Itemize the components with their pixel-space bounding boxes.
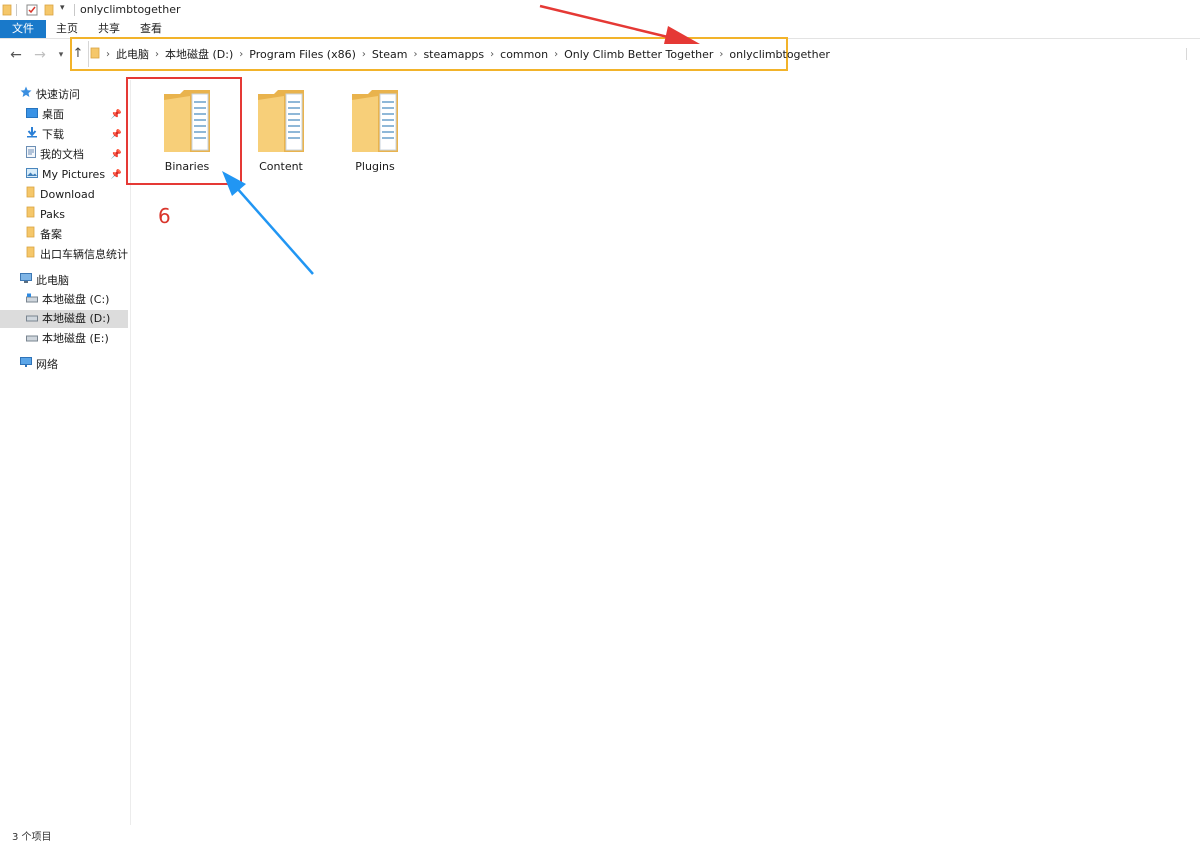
pin-icon[interactable]: 📌 <box>111 166 122 184</box>
crumb-game[interactable]: Only Climb Better Together <box>560 48 717 61</box>
forward-button[interactable]: → <box>32 48 48 62</box>
nav-item-download-folder[interactable]: Download <box>0 186 128 204</box>
drive-icon <box>26 310 38 328</box>
folder-icon <box>26 226 36 244</box>
back-button[interactable]: ← <box>8 48 24 62</box>
crumb-steam[interactable]: Steam <box>368 48 412 61</box>
separator <box>88 41 89 67</box>
breadcrumb: › 此电脑 › 本地磁盘 (D:) › Program Files (x86) … <box>90 39 834 69</box>
tab-file[interactable]: 文件 <box>0 20 46 38</box>
title-bar: ▾ onlyclimbtogether <box>0 0 1200 20</box>
nav-item-documents[interactable]: 我的文档 📌 <box>0 146 128 164</box>
up-button[interactable]: ↑ <box>72 47 84 61</box>
crumb-drive-d[interactable]: 本地磁盘 (D:) <box>161 46 237 62</box>
status-bar: 3 个项目 <box>0 826 1200 843</box>
file-list: Binaries Content Plugins <box>131 74 1200 826</box>
tab-home[interactable]: 主页 <box>52 20 82 38</box>
address-bar[interactable]: ↑ › 此电脑 › 本地磁盘 (D:) › Program Files (x86… <box>70 37 830 71</box>
folder-icon <box>26 246 36 264</box>
nav-drive-c[interactable]: 本地磁盘 (C:) <box>0 291 128 309</box>
folder-icon <box>258 90 304 152</box>
chevron-right-icon[interactable]: › <box>717 49 725 60</box>
star-icon <box>20 86 32 104</box>
nav-item-pictures[interactable]: My Pictures 📌 <box>0 166 128 184</box>
crumb-this-pc[interactable]: 此电脑 <box>112 46 153 62</box>
item-count: 3 个项目 <box>12 832 52 843</box>
forward-arrow-icon: → <box>34 47 46 63</box>
folder-icon <box>352 90 398 152</box>
nav-network[interactable]: 网络 <box>20 356 128 374</box>
system-drive-icon <box>26 291 38 309</box>
separator <box>16 4 17 16</box>
chevron-right-icon[interactable]: › <box>360 49 368 60</box>
folder-name: Content <box>259 160 303 173</box>
pin-icon[interactable]: 📌 <box>111 146 122 164</box>
crumb-steamapps[interactable]: steamapps <box>419 48 488 61</box>
desktop-icon <box>26 106 38 124</box>
pin-icon[interactable]: 📌 <box>111 106 122 124</box>
chevron-right-icon[interactable]: › <box>153 49 161 60</box>
customize-toolbar-icon[interactable]: ▾ <box>60 3 65 13</box>
nav-quick-access[interactable]: 快速访问 <box>20 86 128 104</box>
new-folder-icon[interactable] <box>44 4 54 19</box>
nav-item-desktop[interactable]: 桌面 📌 <box>0 106 128 124</box>
crumb-common[interactable]: common <box>496 48 552 61</box>
nav-item-beian[interactable]: 备案 <box>0 226 128 244</box>
up-arrow-icon: ↑ <box>72 46 84 61</box>
address-dropdown-button[interactable] <box>1186 48 1197 60</box>
folder-icon <box>26 206 36 224</box>
crumb-program-files[interactable]: Program Files (x86) <box>245 48 360 61</box>
nav-this-pc[interactable]: 此电脑 <box>20 272 128 290</box>
window-title: onlyclimbtogether <box>80 3 181 16</box>
documents-icon <box>26 146 36 164</box>
chevron-right-icon[interactable]: › <box>552 49 560 60</box>
folder-name: Plugins <box>355 160 395 173</box>
nav-drive-e[interactable]: 本地磁盘 (E:) <box>0 330 128 348</box>
back-arrow-icon: ← <box>10 47 22 63</box>
navigation-pane: 快速访问 桌面 📌 下载 📌 我的文档 📌 My Pictures 📌 Down… <box>0 80 131 825</box>
highlight-box <box>126 77 242 185</box>
nav-drive-d[interactable]: 本地磁盘 (D:) <box>0 310 128 328</box>
folder-tile-content[interactable]: Content <box>234 82 328 182</box>
tab-share[interactable]: 共享 <box>94 20 124 38</box>
properties-icon[interactable] <box>26 4 38 19</box>
folder-tile-plugins[interactable]: Plugins <box>328 82 422 182</box>
computer-icon <box>20 272 32 290</box>
chevron-right-icon[interactable]: › <box>488 49 496 60</box>
nav-item-export-stats[interactable]: 出口车辆信息统计 <box>0 246 128 264</box>
nav-item-paks[interactable]: Paks <box>0 206 128 224</box>
drive-icon <box>26 330 38 348</box>
pin-icon[interactable]: 📌 <box>111 126 122 144</box>
download-icon <box>26 126 38 144</box>
chevron-down-icon: ▾ <box>58 50 64 60</box>
chevron-right-icon[interactable]: › <box>411 49 419 60</box>
tab-view[interactable]: 查看 <box>136 20 166 38</box>
pictures-icon <box>26 166 38 184</box>
recent-locations-button[interactable]: ▾ <box>53 48 69 62</box>
separator <box>74 4 75 16</box>
folder-icon <box>90 47 100 62</box>
step-number: 6 <box>158 204 171 228</box>
chevron-right-icon[interactable]: › <box>237 49 245 60</box>
crumb-current[interactable]: onlyclimbtogether <box>725 48 834 61</box>
folder-icon <box>2 4 12 19</box>
folder-icon <box>26 186 36 204</box>
nav-item-downloads[interactable]: 下载 📌 <box>0 126 128 144</box>
network-icon <box>20 356 32 374</box>
chevron-right-icon[interactable]: › <box>104 49 112 60</box>
